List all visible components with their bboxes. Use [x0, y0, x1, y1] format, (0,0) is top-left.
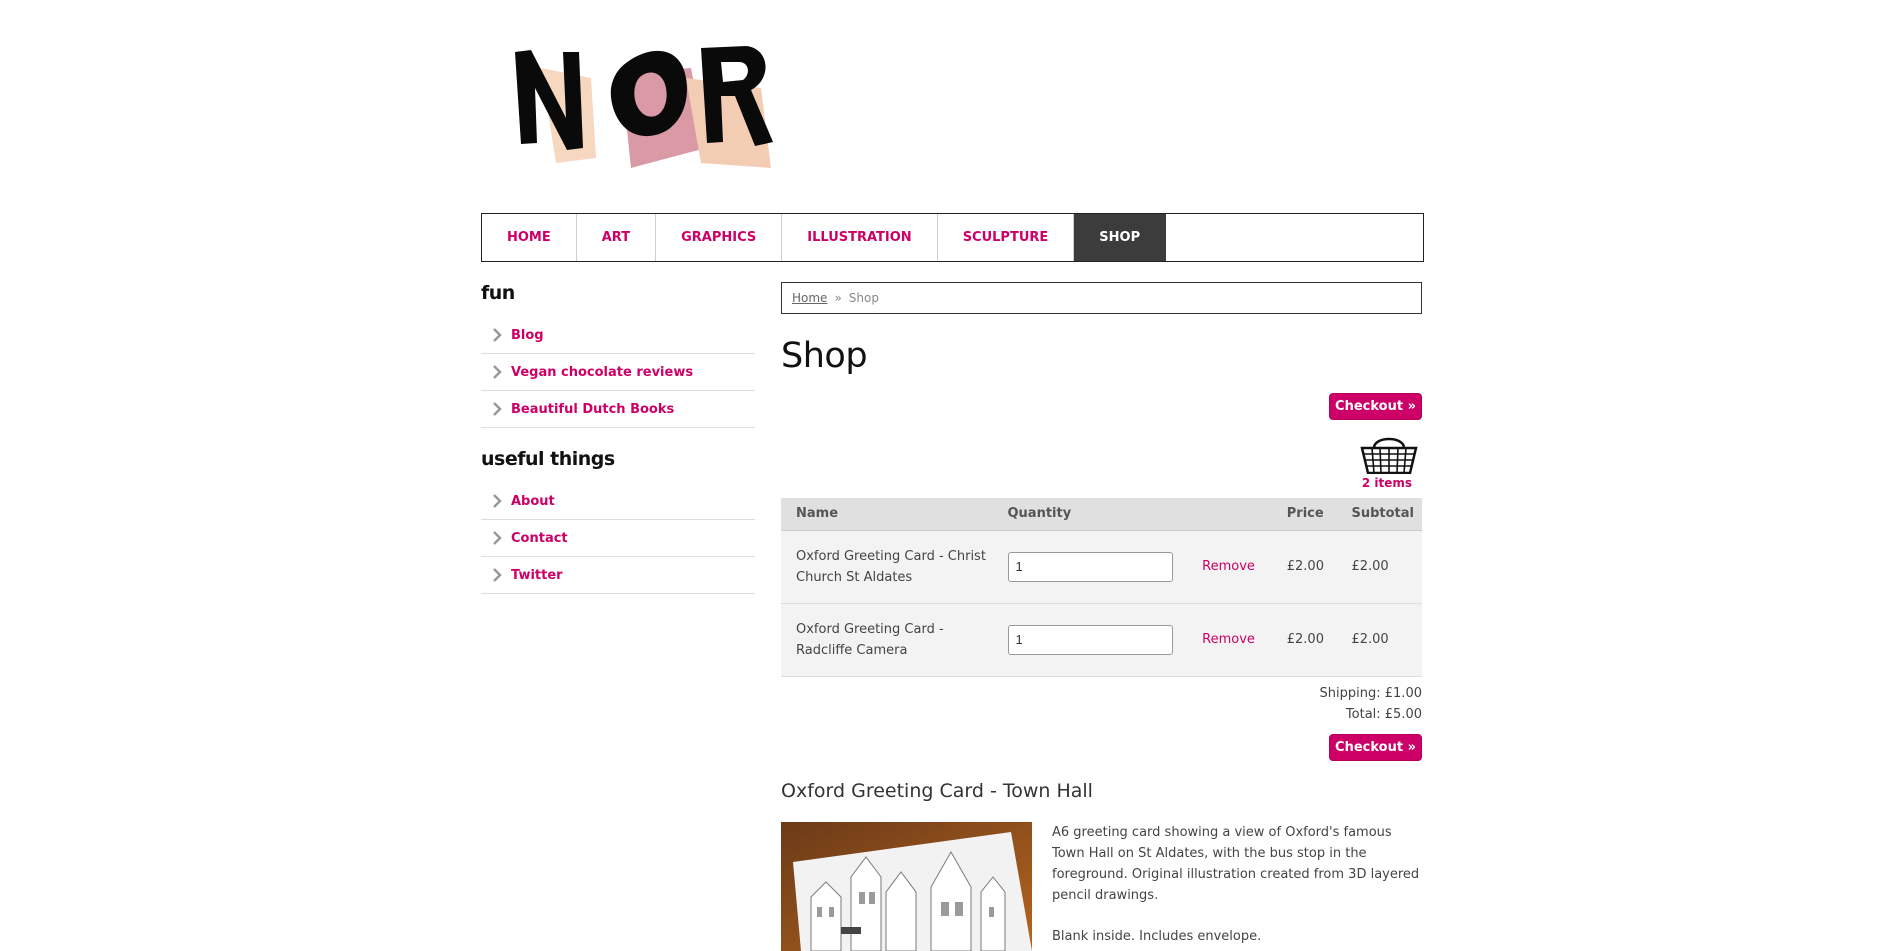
basket-icon[interactable]	[1360, 434, 1418, 475]
breadcrumb: Home » Shop	[781, 282, 1422, 314]
chevron-right-icon	[493, 402, 502, 416]
cart-table: Name Quantity Price Subtotal Oxford Gree…	[781, 498, 1422, 677]
chevron-right-icon	[493, 365, 502, 379]
sidebar-list-useful-things: About Contact Twitter	[481, 483, 755, 594]
nav-item-graphics[interactable]: GRAPHICS	[656, 214, 783, 261]
cart-item-subtotal: £2.00	[1343, 530, 1422, 604]
cart-row: Oxford Greeting Card - Christ Church St …	[781, 530, 1422, 604]
checkout-button-bottom[interactable]: Checkout »	[1329, 734, 1422, 761]
basket-item-count[interactable]: 2 items	[1362, 476, 1412, 490]
quantity-input[interactable]	[1007, 624, 1173, 655]
chevron-right-icon	[493, 494, 502, 508]
cart-item-subtotal: £2.00	[1343, 603, 1422, 677]
sidebar-heading-fun: fun	[481, 282, 515, 304]
site-logo[interactable]	[511, 38, 776, 173]
nav-item-shop[interactable]: SHOP	[1074, 214, 1167, 261]
sidebar-list-fun: Blog Vegan chocolate reviews Beautiful D…	[481, 317, 755, 428]
cart-item-price: £2.00	[1278, 603, 1344, 677]
quantity-input[interactable]	[1007, 551, 1173, 582]
breadcrumb-current: Shop	[848, 291, 879, 305]
sidebar-item-twitter[interactable]: Twitter	[481, 557, 755, 594]
nav-item-sculpture[interactable]: SCULPTURE	[938, 214, 1075, 261]
sidebar-link-vegan-chocolate-reviews[interactable]: Vegan chocolate reviews	[511, 365, 693, 380]
cart-item-name: Oxford Greeting Card - Radcliffe Camera	[781, 603, 1000, 677]
chevron-right-icon	[493, 328, 502, 342]
breadcrumb-separator: »	[834, 291, 842, 305]
sidebar-link-blog[interactable]: Blog	[511, 328, 544, 343]
page-title: Shop	[781, 336, 868, 376]
cart-item-price: £2.00	[1278, 530, 1344, 604]
checkout-button-top[interactable]: Checkout »	[1329, 393, 1422, 420]
remove-link[interactable]: Remove	[1202, 559, 1255, 574]
nav-item-art[interactable]: ART	[577, 214, 657, 261]
page-container: HOME ART GRAPHICS ILLUSTRATION SCULPTURE…	[481, 0, 1424, 951]
sidebar-link-beautiful-dutch-books[interactable]: Beautiful Dutch Books	[511, 402, 674, 417]
breadcrumb-home-link[interactable]: Home	[792, 291, 827, 305]
product-description-paragraph: Blank inside. Includes envelope.	[1052, 929, 1262, 944]
cart-header-row: Name Quantity Price Subtotal	[781, 498, 1422, 531]
sidebar-item-blog[interactable]: Blog	[481, 317, 755, 354]
cart-shipping: Shipping: £1.00	[1319, 686, 1422, 701]
product-title[interactable]: Oxford Greeting Card - Town Hall	[781, 780, 1093, 802]
cart-header-subtotal: Subtotal	[1343, 498, 1422, 531]
cart-header-name: Name	[781, 498, 1000, 531]
cart-total: Total: £5.00	[1345, 707, 1422, 722]
chevron-right-icon	[493, 531, 502, 545]
sidebar-item-about[interactable]: About	[481, 483, 755, 520]
sidebar-item-vegan-chocolate-reviews[interactable]: Vegan chocolate reviews	[481, 354, 755, 391]
sidebar-link-about[interactable]: About	[511, 494, 555, 509]
nav-item-illustration[interactable]: ILLUSTRATION	[782, 214, 938, 261]
main-nav: HOME ART GRAPHICS ILLUSTRATION SCULPTURE…	[481, 213, 1424, 262]
sidebar-link-contact[interactable]: Contact	[511, 531, 568, 546]
main-content: Home » Shop Shop Checkout » 2 items Name…	[781, 282, 1422, 951]
product-description: A6 greeting card showing a view of Oxfor…	[1052, 822, 1422, 951]
sidebar: fun Blog Vegan chocolate reviews Beautif…	[481, 282, 755, 614]
product-description-paragraph: A6 greeting card showing a view of Oxfor…	[1052, 825, 1420, 903]
sidebar-heading-useful-things: useful things	[481, 448, 615, 470]
cart-header-quantity: Quantity	[999, 498, 1195, 531]
cart-item-name: Oxford Greeting Card - Christ Church St …	[781, 530, 1000, 604]
cart-header-price: Price	[1278, 498, 1344, 531]
product-image[interactable]	[781, 822, 1032, 951]
cart-row: Oxford Greeting Card - Radcliffe Camera …	[781, 603, 1422, 677]
sidebar-item-contact[interactable]: Contact	[481, 520, 755, 557]
sidebar-link-twitter[interactable]: Twitter	[511, 568, 563, 583]
cart-header-remove	[1194, 498, 1279, 531]
sidebar-item-beautiful-dutch-books[interactable]: Beautiful Dutch Books	[481, 391, 755, 428]
remove-link[interactable]: Remove	[1202, 632, 1255, 647]
chevron-right-icon	[493, 568, 502, 582]
nav-item-home[interactable]: HOME	[482, 214, 577, 261]
